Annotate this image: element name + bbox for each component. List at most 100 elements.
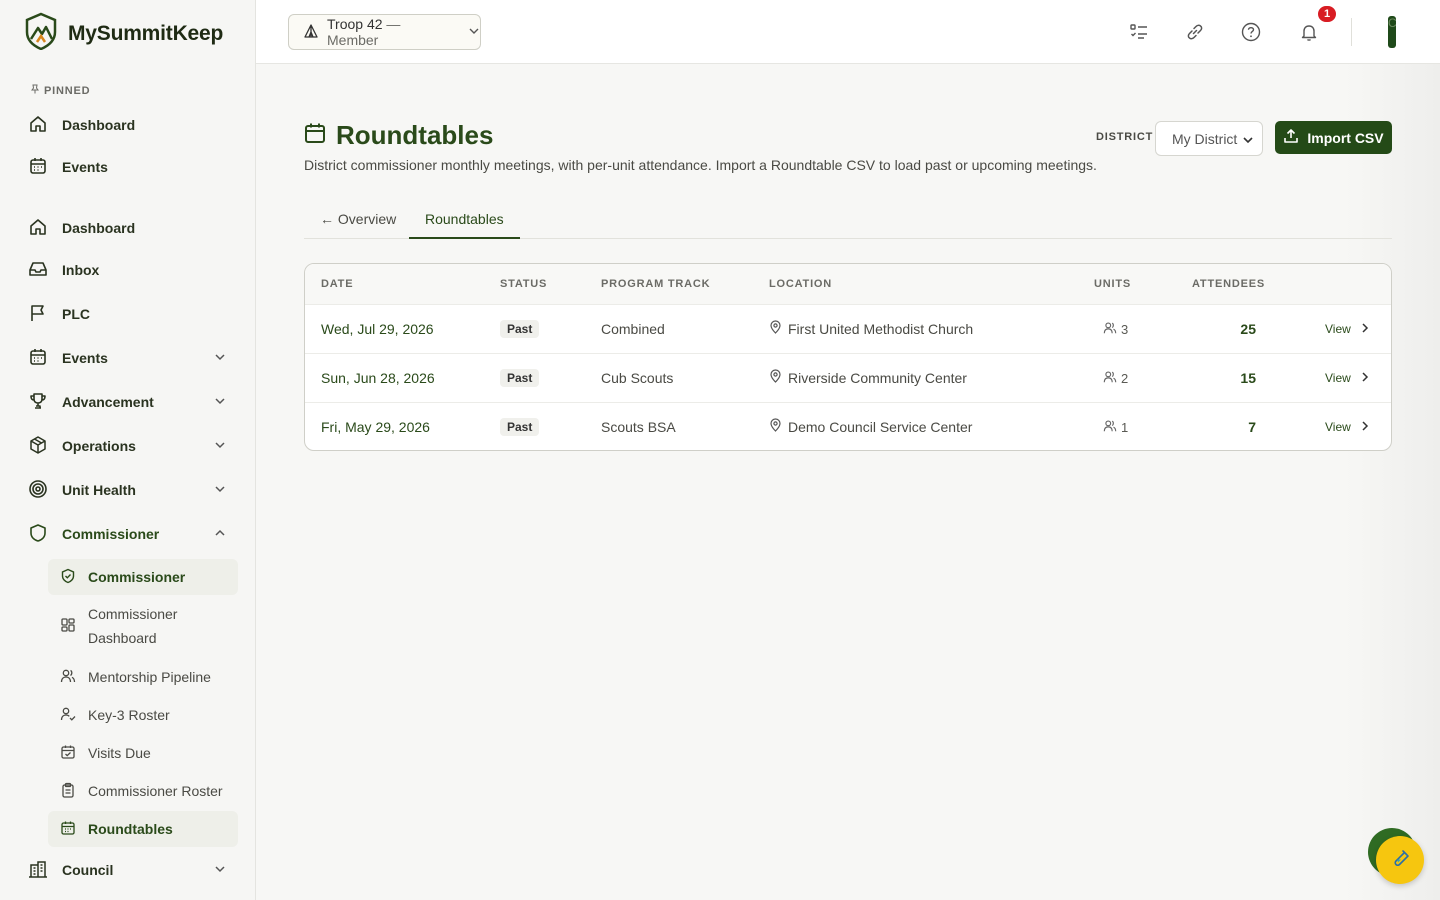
roundtables-table: DATE STATUS PROGRAM TRACK LOCATION UNITS… — [304, 263, 1392, 451]
calendar-icon — [28, 347, 48, 370]
header-date: DATE — [321, 278, 354, 290]
logo-icon — [24, 12, 58, 55]
chevron-down-icon — [1242, 133, 1254, 149]
calendar-icon — [28, 156, 48, 179]
chevron-down-icon — [214, 482, 226, 498]
sidebar-item-council[interactable]: Council — [16, 850, 240, 890]
header-attendees: ATTENDEES — [1192, 278, 1266, 290]
sub-item-key3-roster[interactable]: Key-3 Roster — [48, 702, 238, 728]
row-program-track: Combined — [601, 321, 665, 337]
table-row[interactable]: Wed, Jul 29, 2026 Past Combined First Un… — [305, 304, 1391, 353]
avatar[interactable]: C — [1388, 16, 1396, 48]
pinned-item-dashboard[interactable]: Dashboard — [16, 105, 240, 145]
chevron-right-icon — [1361, 371, 1369, 385]
view-button[interactable]: View — [1325, 371, 1369, 385]
map-pin-icon — [769, 418, 782, 435]
row-attendees: 15 — [1240, 370, 1256, 386]
sub-item-commissioner-roster[interactable]: Commissioner Roster — [48, 778, 238, 804]
district-select[interactable]: My District — [1155, 121, 1263, 156]
users-icon — [1103, 321, 1117, 338]
box-icon — [28, 435, 48, 458]
link-icon[interactable] — [1183, 20, 1207, 44]
users-icon — [1103, 370, 1117, 387]
unit-switcher[interactable]: Troop 42 — Member — [288, 14, 481, 50]
inbox-icon — [28, 259, 48, 282]
tab-roundtables[interactable]: Roundtables — [409, 200, 520, 239]
help-icon[interactable] — [1239, 20, 1263, 44]
trophy-icon — [28, 391, 48, 414]
calendar-check-icon — [60, 744, 76, 763]
unit-name: Troop 42 — [327, 16, 383, 32]
sidebar-item-inbox[interactable]: Inbox — [16, 250, 240, 290]
map-pin-icon — [769, 320, 782, 337]
map-pin-icon — [769, 369, 782, 386]
bell-icon[interactable] — [1297, 20, 1321, 44]
topbar-divider — [1351, 18, 1352, 46]
shield-icon — [28, 523, 48, 546]
checklist-icon[interactable] — [1127, 20, 1151, 44]
sidebar: MySummitKeep PINNED Dashboard Events Das… — [0, 0, 256, 900]
row-program-track: Scouts BSA — [601, 419, 676, 435]
page-header: Roundtables — [304, 120, 493, 151]
user-check-icon — [60, 706, 76, 725]
shield-check-icon — [60, 568, 76, 587]
topbar: Troop 42 — Member 1 C — [256, 0, 1440, 64]
sidebar-item-dashboard[interactable]: Dashboard — [16, 208, 240, 248]
brand-name: MySummitKeep — [68, 21, 224, 45]
sub-item-mentorship-pipeline[interactable]: Mentorship Pipeline — [48, 664, 238, 690]
view-button[interactable]: View — [1325, 420, 1369, 434]
row-units: 2 — [1103, 370, 1128, 387]
district-label: DISTRICT — [1096, 131, 1154, 143]
pin-icon — [30, 84, 40, 97]
table-row[interactable]: Fri, May 29, 2026 Past Scouts BSA Demo C… — [305, 402, 1391, 450]
import-csv-button[interactable]: Import CSV — [1275, 121, 1392, 154]
tab-overview[interactable]: ← Overview — [320, 200, 396, 238]
sub-item-roundtables[interactable]: Roundtables — [48, 811, 238, 847]
users-icon — [60, 668, 76, 687]
calendar-icon — [60, 820, 76, 839]
row-attendees: 25 — [1240, 321, 1256, 337]
view-button[interactable]: View — [1325, 322, 1369, 336]
chevron-right-icon — [1361, 322, 1369, 336]
page-description: District commissioner monthly meetings, … — [304, 157, 1097, 173]
sidebar-item-unit-health[interactable]: Unit Health — [16, 470, 240, 510]
status-badge: Past — [500, 418, 540, 436]
sidebar-item-operations[interactable]: Operations — [16, 426, 240, 466]
table-header: DATE STATUS PROGRAM TRACK LOCATION UNITS… — [305, 264, 1391, 304]
pinned-section-label: PINNED — [30, 84, 90, 97]
brand[interactable]: MySummitKeep — [24, 12, 223, 55]
chevron-down-icon — [214, 350, 226, 366]
status-badge: Past — [500, 369, 540, 387]
sub-item-commissioner-dashboard[interactable]: Commissioner Dashboard — [48, 602, 238, 650]
chevron-down-icon — [214, 438, 226, 454]
dev-tools-fab[interactable] — [1376, 836, 1424, 884]
sub-item-visits-due[interactable]: Visits Due — [48, 740, 238, 766]
chevron-right-icon — [1361, 420, 1369, 434]
sidebar-item-plc[interactable]: PLC — [16, 294, 240, 334]
home-icon — [28, 217, 48, 240]
pinned-item-events[interactable]: Events — [16, 147, 240, 187]
row-program-track: Cub Scouts — [601, 370, 674, 386]
main-content — [256, 64, 1440, 900]
page-title: Roundtables — [336, 120, 494, 150]
chevron-down-icon — [214, 862, 226, 878]
sub-item-commissioner[interactable]: Commissioner — [48, 559, 238, 595]
target-icon — [28, 479, 48, 502]
notification-badge: 1 — [1316, 4, 1338, 24]
header-program-track: PROGRAM TRACK — [601, 278, 711, 290]
flag-icon — [28, 303, 48, 326]
sidebar-item-commissioner[interactable]: Commissioner — [16, 514, 240, 554]
users-icon — [1103, 419, 1117, 436]
row-date: Fri, May 29, 2026 — [321, 419, 430, 435]
row-location: Demo Council Service Center — [769, 418, 972, 435]
tabs: ← Overview Roundtables — [304, 200, 1392, 239]
header-location: LOCATION — [769, 278, 833, 290]
sidebar-item-advancement[interactable]: Advancement — [16, 382, 240, 422]
row-date: Wed, Jul 29, 2026 — [321, 321, 434, 337]
calendar-icon — [304, 122, 326, 149]
building-icon — [28, 859, 48, 882]
table-row[interactable]: Sun, Jun 28, 2026 Past Cub Scouts Rivers… — [305, 353, 1391, 402]
row-location: First United Methodist Church — [769, 320, 973, 337]
test-tube-icon — [1391, 849, 1409, 872]
sidebar-item-events[interactable]: Events — [16, 338, 240, 378]
